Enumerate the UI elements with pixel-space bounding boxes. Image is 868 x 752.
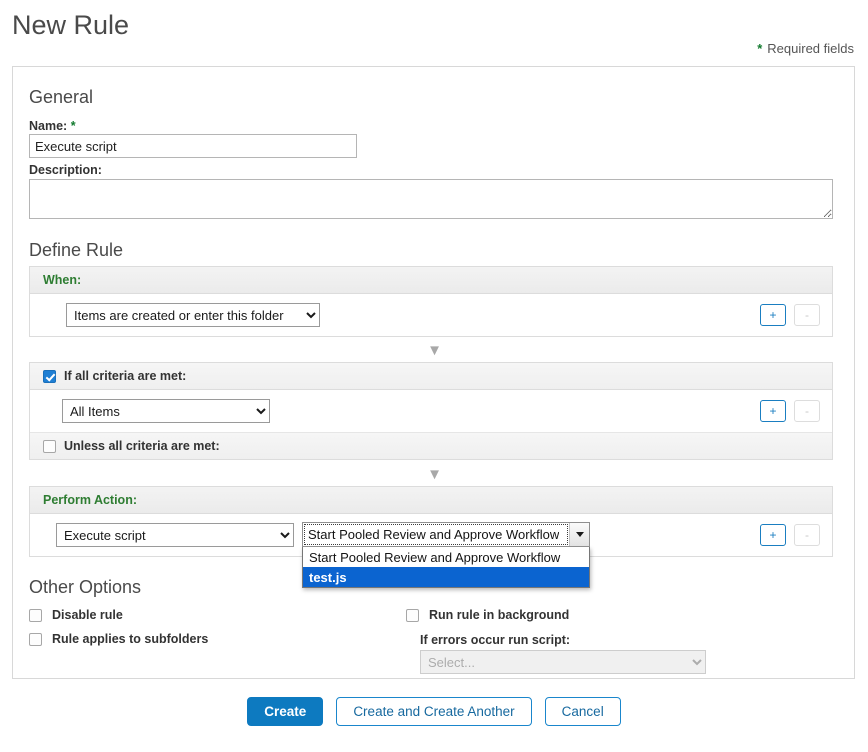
required-fields-label: Required fields xyxy=(767,41,854,56)
action-add-button[interactable]: + xyxy=(760,524,786,546)
focus-outline xyxy=(304,524,568,545)
criteria-remove-button: - xyxy=(794,400,820,422)
action-header: Perform Action: xyxy=(30,487,832,514)
criteria-row-controls: + - xyxy=(760,400,820,422)
if-criteria-header: If all criteria are met: xyxy=(30,363,832,390)
name-label-text: Name: xyxy=(29,119,68,133)
page-title: New Rule xyxy=(12,10,130,40)
if-criteria-checkbox-row[interactable]: If all criteria are met: xyxy=(43,369,186,383)
disable-rule-checkbox[interactable] xyxy=(29,608,42,622)
action-select[interactable]: Execute script xyxy=(56,523,294,547)
when-remove-button: - xyxy=(794,304,820,326)
when-block: When: Items are created or enter this fo… xyxy=(29,266,833,337)
required-asterisk-icon: * xyxy=(757,41,763,56)
run-background-checkbox[interactable] xyxy=(406,608,419,622)
if-criteria-checkbox[interactable] xyxy=(43,369,56,383)
when-add-button[interactable]: + xyxy=(760,304,786,326)
other-options-left-column: Disable rule Rule applies to subfolders xyxy=(29,605,208,649)
when-label: When: xyxy=(43,273,82,287)
chevron-down-icon xyxy=(575,532,584,537)
unless-criteria-checkbox[interactable] xyxy=(43,439,56,453)
perform-action-label: Perform Action: xyxy=(43,493,137,507)
other-options-right-column: Run rule in background xyxy=(406,605,569,625)
action-row-controls: + - xyxy=(760,524,820,546)
general-heading: General xyxy=(29,87,94,107)
script-dropdown[interactable]: Start Pooled Review and Approve Workflow… xyxy=(302,522,590,588)
name-input[interactable] xyxy=(29,134,357,158)
criteria-block: If all criteria are met: All Items + - U… xyxy=(29,362,833,460)
when-header: When: xyxy=(30,267,832,294)
criteria-select[interactable]: All Items xyxy=(62,399,270,423)
subfolders-label: Rule applies to subfolders xyxy=(52,632,209,646)
script-dropdown-option-0[interactable]: Start Pooled Review and Approve Workflow xyxy=(303,547,589,567)
unless-criteria-checkbox-row[interactable]: Unless all criteria are met: xyxy=(43,439,220,453)
description-label: Description: xyxy=(29,163,102,177)
run-background-row[interactable]: Run rule in background xyxy=(406,605,569,625)
required-fields-note: * Required fields xyxy=(757,41,854,56)
script-dropdown-closed-field[interactable]: Start Pooled Review and Approve Workflow xyxy=(302,522,590,547)
script-dropdown-option-1[interactable]: test.js xyxy=(303,567,589,587)
criteria-row: All Items + - xyxy=(30,390,832,432)
subfolders-row[interactable]: Rule applies to subfolders xyxy=(29,629,208,649)
script-dropdown-list[interactable]: Start Pooled Review and Approve Workflow… xyxy=(302,547,590,588)
error-script-select[interactable]: Select... xyxy=(420,650,706,674)
if-criteria-label: If all criteria are met: xyxy=(64,369,187,383)
error-script-label: If errors occur run script: xyxy=(420,633,571,647)
name-label: Name: * xyxy=(29,119,76,133)
form-action-bar: Create Create and Create Another Cancel xyxy=(0,697,868,726)
when-row-controls: + - xyxy=(760,304,820,326)
name-required-asterisk-icon: * xyxy=(70,119,76,133)
create-and-create-another-button[interactable]: Create and Create Another xyxy=(336,697,532,726)
disable-rule-row[interactable]: Disable rule xyxy=(29,605,208,625)
cancel-button[interactable]: Cancel xyxy=(544,697,621,726)
criteria-add-button[interactable]: + xyxy=(760,400,786,422)
subfolders-checkbox[interactable] xyxy=(29,632,42,646)
run-background-label: Run rule in background xyxy=(429,608,570,622)
separator-arrow-icon-1: ▼ xyxy=(427,342,442,359)
create-button[interactable]: Create xyxy=(247,697,324,726)
disable-rule-label: Disable rule xyxy=(52,608,123,622)
unless-criteria-header: Unless all criteria are met: xyxy=(30,432,832,459)
when-select[interactable]: Items are created or enter this folder xyxy=(66,303,320,327)
other-options-heading: Other Options xyxy=(29,577,142,597)
separator-arrow-icon-2: ▼ xyxy=(427,466,442,483)
script-dropdown-arrow-button[interactable] xyxy=(569,523,589,546)
unless-criteria-label: Unless all criteria are met: xyxy=(64,439,220,453)
when-row: Items are created or enter this folder +… xyxy=(30,294,832,336)
description-textarea[interactable] xyxy=(29,179,833,219)
new-rule-page: New Rule * Required fields General Name: … xyxy=(0,0,868,752)
action-remove-button: - xyxy=(794,524,820,546)
define-rule-heading: Define Rule xyxy=(29,240,124,260)
